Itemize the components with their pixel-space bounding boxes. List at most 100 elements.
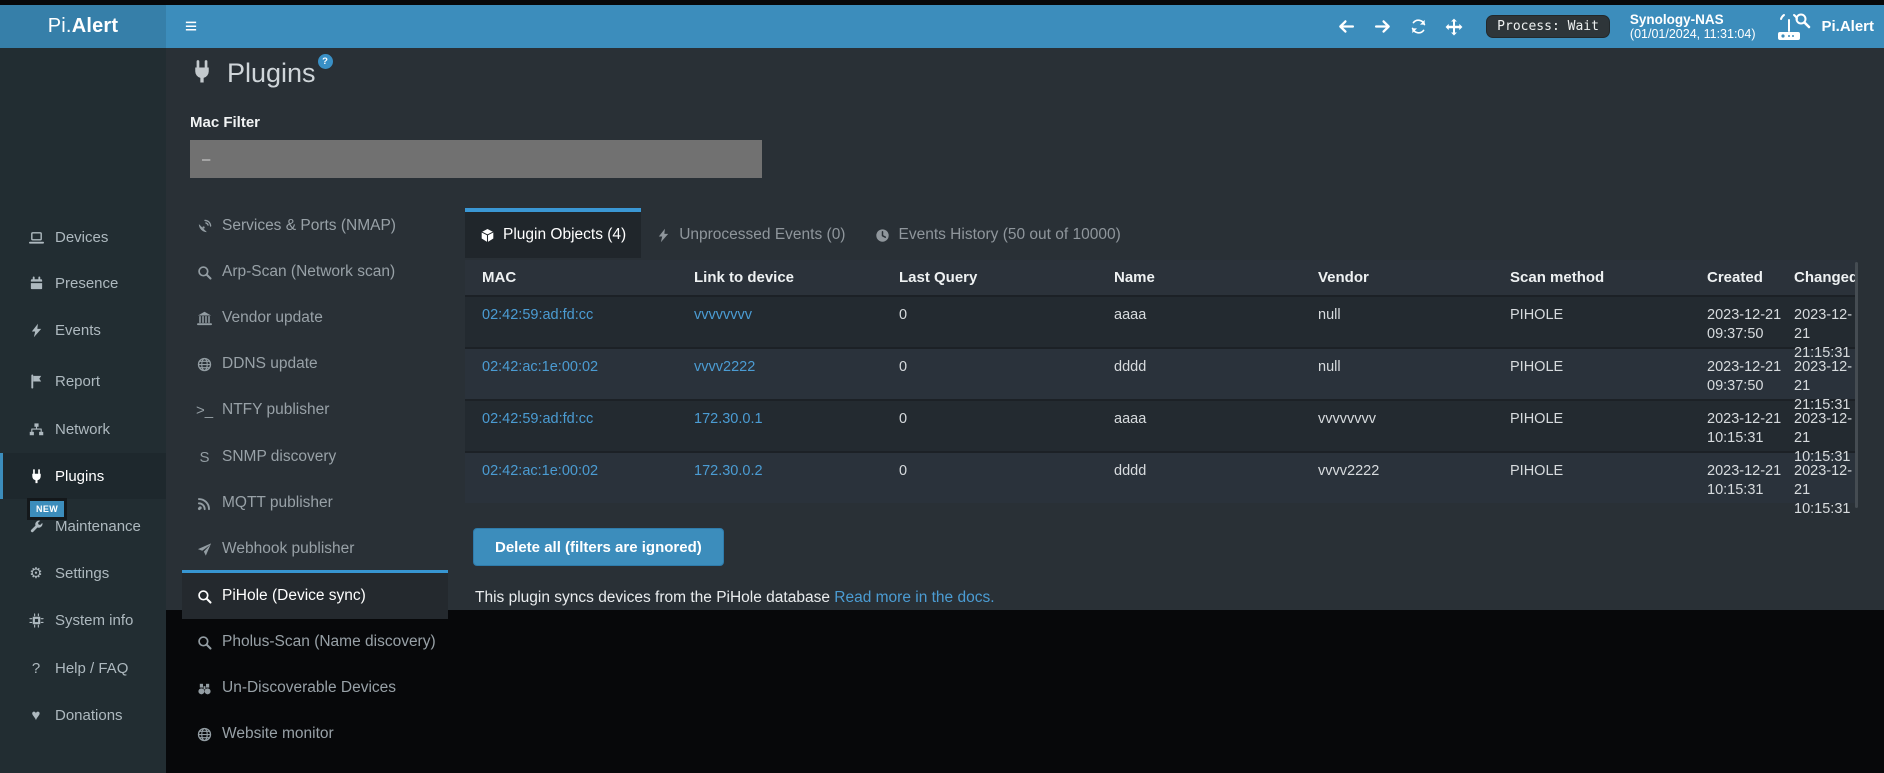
column-header-vendor[interactable]: Vendor <box>1309 269 1501 286</box>
sidebar-item-presence[interactable]: Presence <box>0 260 166 306</box>
docs-link[interactable]: Read more in the docs. <box>834 589 994 606</box>
plug-icon <box>190 60 214 84</box>
sidebar-toggle-button[interactable]: ≡ <box>168 5 214 48</box>
cell-vendor: vvvvvvvv <box>1309 401 1501 451</box>
plugin-menu-item-snmp-discovery[interactable]: SSNMP discovery <box>182 434 448 480</box>
cell-scan-method: PIHOLE <box>1501 401 1698 451</box>
sidebar-item-maintenance[interactable]: Maintenance <box>0 503 166 549</box>
flag-icon <box>26 374 46 389</box>
bars-icon: ≡ <box>185 16 197 37</box>
app-name: Pi.Alert <box>1821 18 1874 35</box>
tab-unprocessed-events-0[interactable]: Unprocessed Events (0) <box>641 208 860 258</box>
plugin-menu-item-arp-scan-network-scan[interactable]: Arp-Scan (Network scan) <box>182 249 448 295</box>
tab-label: Plugin Objects (4) <box>503 226 626 244</box>
sidebar-item-label: System info <box>55 612 133 629</box>
cell-last-query: 0 <box>890 401 1105 451</box>
cell-scan-method: PIHOLE <box>1501 297 1698 347</box>
mac-link[interactable]: 02:42:59:ad:fd:cc <box>482 307 593 323</box>
back-button[interactable] <box>1328 5 1364 48</box>
bolt-icon <box>656 228 671 243</box>
sidebar-item-donations[interactable]: ♥Donations <box>0 692 166 738</box>
plugin-menu-item-ddns-update[interactable]: DDNS update <box>182 341 448 387</box>
mac-filter-input[interactable] <box>190 140 762 178</box>
pialert-logo <box>16 58 148 170</box>
changed-line: 2023-12-21 <box>1794 358 1857 396</box>
cell-vendor: vvvv2222 <box>1309 453 1501 503</box>
sidebar-item-label: Events <box>55 322 101 339</box>
fullscreen-move-button[interactable] <box>1436 5 1472 48</box>
sidebar-item-label: Network <box>55 421 110 438</box>
plugin-menu-item-mqtt-publisher[interactable]: MQTT publisher <box>182 480 448 526</box>
plugin-menu-item-ntfy-publisher[interactable]: >_NTFY publisher <box>182 387 448 433</box>
plugin-menu-item-vendor-update[interactable]: Vendor update <box>182 295 448 341</box>
device-link[interactable]: vvvv2222 <box>694 359 755 375</box>
plugin-menu-item-label: Webhook publisher <box>222 540 354 558</box>
device-link[interactable]: 172.30.0.2 <box>694 463 763 479</box>
host-info: Synology-NAS (01/01/2024, 11:31:04) <box>1630 12 1756 42</box>
cell-vendor: null <box>1309 349 1501 399</box>
cell-scan-method: PIHOLE <box>1501 453 1698 503</box>
plugin-objects-table: MACLink to deviceLast QueryNameVendorSca… <box>465 260 1857 503</box>
sidebar-item-help-faq[interactable]: ?Help / FAQ <box>0 645 166 691</box>
table-header-row: MACLink to deviceLast QueryNameVendorSca… <box>465 260 1857 295</box>
mac-link[interactable]: 02:42:59:ad:fd:cc <box>482 411 593 427</box>
tab-plugin-objects-4[interactable]: Plugin Objects (4) <box>465 208 641 258</box>
new-badge: NEW <box>27 498 67 520</box>
tab-events-history-50-out-of-10000[interactable]: Events History (50 out of 10000) <box>860 208 1135 258</box>
created-line: 2023-12-21 <box>1707 410 1785 429</box>
sidebar-item-label: Devices <box>55 229 108 246</box>
cell-mac: 02:42:ac:1e:00:02 <box>465 453 685 503</box>
tab-label: Events History (50 out of 10000) <box>898 226 1120 244</box>
plugin-menu-item-pihole-device-sync[interactable]: PiHole (Device sync) <box>182 570 448 619</box>
changed-line: 2023-12-21 <box>1794 410 1857 448</box>
plugin-menu-item-webhook-publisher[interactable]: Webhook publisher <box>182 526 448 572</box>
column-header-mac[interactable]: MAC <box>465 269 685 286</box>
cell-last-query: 0 <box>890 453 1105 503</box>
sidebar-item-report[interactable]: Report <box>0 358 166 404</box>
forward-button[interactable] <box>1364 5 1400 48</box>
sidebar-item-devices[interactable]: Devices <box>0 214 166 260</box>
cell-name: dddd <box>1105 349 1309 399</box>
column-header-link-to-device[interactable]: Link to device <box>685 269 890 286</box>
plugin-menu-item-pholus-scan-name-discovery[interactable]: Pholus-Scan (Name discovery) <box>182 619 448 665</box>
sidebar-item-events[interactable]: Events <box>0 307 166 353</box>
plugin-description: This plugin syncs devices from the PiHol… <box>475 589 995 607</box>
sidebar-item-system-info[interactable]: System info <box>0 597 166 643</box>
clock-icon <box>875 228 890 243</box>
mac-link[interactable]: 02:42:ac:1e:00:02 <box>482 463 598 479</box>
column-header-changed[interactable]: Changed <box>1785 269 1857 286</box>
help-badge[interactable]: ? <box>318 54 333 69</box>
cell-name: aaaa <box>1105 401 1309 451</box>
device-link[interactable]: vvvvvvvv <box>694 307 752 323</box>
paperplane-icon <box>195 542 214 557</box>
sidebar-item-network[interactable]: Network <box>0 406 166 452</box>
device-link[interactable]: 172.30.0.1 <box>694 411 763 427</box>
sidebar: Devices Presence Events Report Network Plugin… <box>0 48 166 773</box>
plugin-menu-item-label: Vendor update <box>222 309 323 327</box>
delete-all-button[interactable]: Delete all (filters are ignored) <box>473 528 724 566</box>
sidebar-item-settings[interactable]: ⚙Settings <box>0 550 166 596</box>
table-scrollbar[interactable] <box>1855 262 1858 508</box>
column-header-last-query[interactable]: Last Query <box>890 269 1105 286</box>
plugin-menu-item-website-monitor[interactable]: Website monitor <box>182 711 448 757</box>
column-header-name[interactable]: Name <box>1105 269 1309 286</box>
plugin-menu-item-services-ports-nmap[interactable]: Services & Ports (NMAP) <box>182 203 448 249</box>
sidebar-item-label: Report <box>55 373 100 390</box>
cell-created: 2023-12-2109:37:50 <box>1698 349 1785 399</box>
column-header-created[interactable]: Created <box>1698 269 1785 286</box>
refresh-button[interactable] <box>1400 5 1436 48</box>
mac-filter-label: Mac Filter <box>190 114 260 131</box>
search-icon <box>195 635 214 650</box>
brand-logo[interactable]: Pi.Alert <box>0 5 166 48</box>
column-header-scan-method[interactable]: Scan method <box>1501 269 1698 286</box>
cell-link-to-device: vvvv2222 <box>685 349 890 399</box>
sitemap-icon <box>26 422 46 437</box>
satellite-icon <box>195 219 214 234</box>
globe-icon <box>195 357 214 372</box>
created-line: 10:15:31 <box>1707 429 1785 448</box>
plugin-menu-item-un-discoverable-devices[interactable]: Un-Discoverable Devices <box>182 665 448 711</box>
sidebar-item-plugins[interactable]: Plugins <box>0 453 166 499</box>
created-line: 2023-12-21 <box>1707 462 1785 481</box>
binoculars-icon <box>195 681 214 696</box>
mac-link[interactable]: 02:42:ac:1e:00:02 <box>482 359 598 375</box>
